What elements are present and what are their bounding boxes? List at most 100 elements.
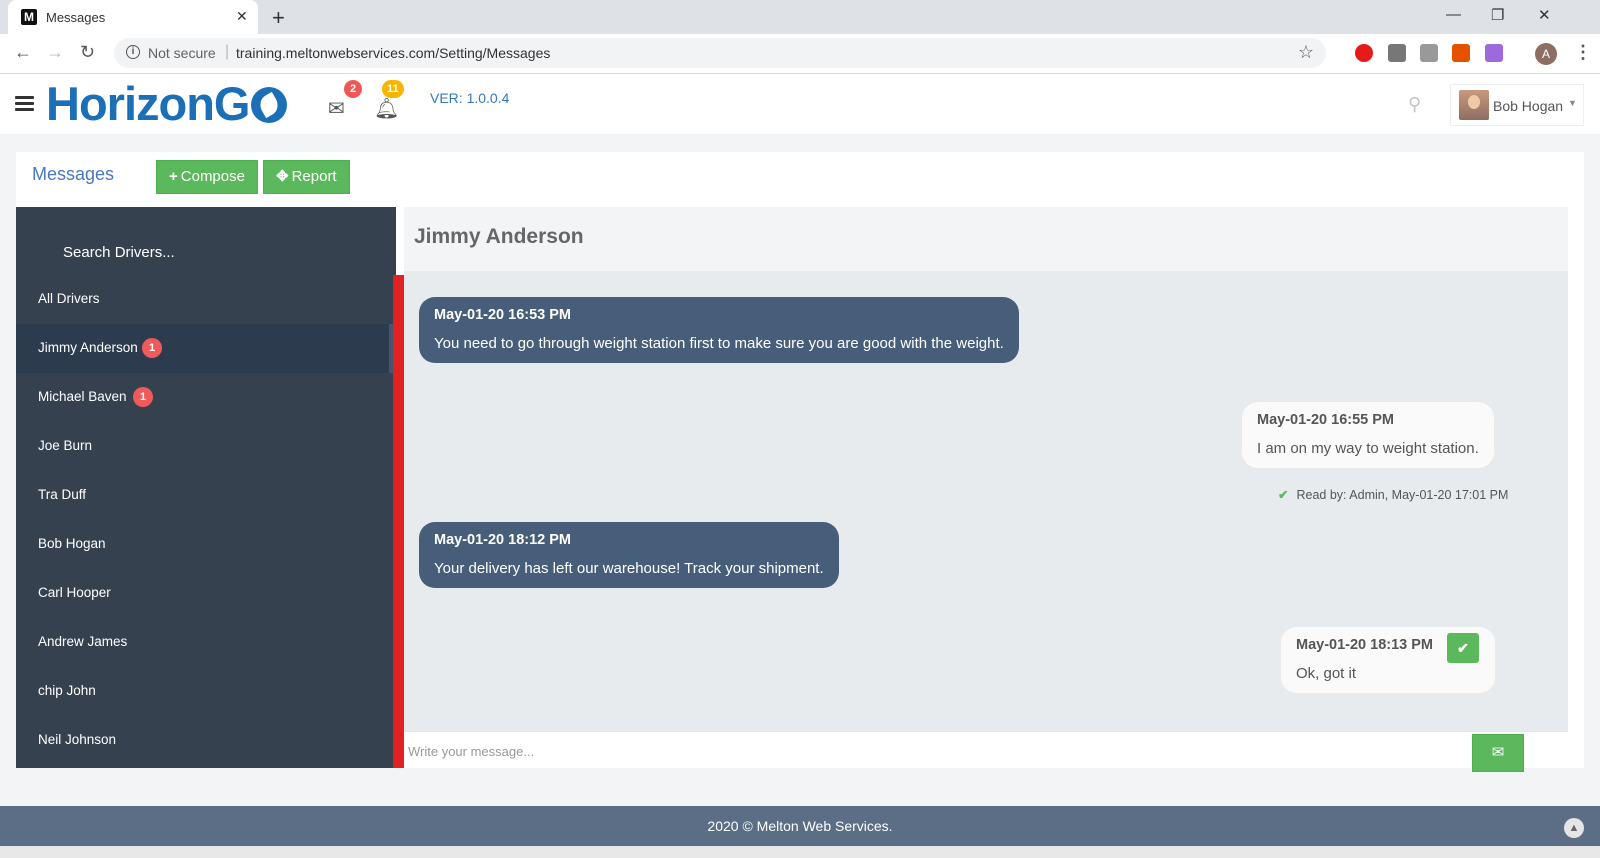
- font-extension-icon[interactable]: [1420, 44, 1438, 62]
- outgoing-message: May-01-20 18:13 PM Ok, got it ✔: [1281, 627, 1495, 693]
- move-icon: ✥: [276, 168, 289, 185]
- driver-name: Andrew James: [38, 634, 128, 649]
- browser-menu-icon[interactable]: ⋮: [1574, 42, 1592, 63]
- back-icon[interactable]: ←: [14, 42, 32, 63]
- mark-read-button[interactable]: ✔: [1447, 633, 1479, 663]
- user-menu[interactable]: Bob Hogan ▼: [1450, 84, 1584, 126]
- footer: 2020 © Melton Web Services. ▲: [0, 806, 1600, 846]
- pen-extension-icon[interactable]: [1485, 44, 1503, 62]
- plus-icon: +: [169, 168, 178, 185]
- driver-item[interactable]: All Drivers: [16, 275, 393, 324]
- driver-name: Neil Johnson: [38, 732, 117, 747]
- message-time: May-01-20 16:53 PM: [434, 307, 572, 323]
- incoming-message: May-01-20 16:53 PM You need to go throug…: [419, 297, 1019, 363]
- driver-item[interactable]: Neil Johnson: [16, 716, 393, 765]
- compose-button[interactable]: + Compose: [156, 160, 258, 194]
- message-input[interactable]: [408, 736, 1448, 766]
- chat-messages: May-01-20 16:53 PM You need to go throug…: [404, 271, 1568, 731]
- driver-search[interactable]: Search Drivers...: [16, 207, 396, 275]
- page-bottom: [0, 846, 1600, 858]
- logo[interactable]: HorizonG: [46, 76, 288, 131]
- chevron-down-icon: ▼: [1568, 98, 1577, 108]
- incoming-message: May-01-20 18:12 PM Your delivery has lef…: [419, 522, 839, 588]
- read-receipt-text: Read by: Admin, May-01-20 17:01 PM: [1296, 488, 1509, 502]
- new-tab-icon[interactable]: +: [272, 5, 285, 31]
- driver-name: Tra Duff: [38, 487, 87, 502]
- driver-name: Jimmy Anderson: [38, 340, 138, 355]
- outgoing-message: May-01-20 16:55 PM I am on my way to wei…: [1242, 402, 1494, 468]
- minimize-icon[interactable]: —: [1446, 6, 1461, 23]
- hamburger-menu-icon[interactable]: [15, 96, 34, 112]
- opera-extension-icon[interactable]: [1355, 44, 1373, 62]
- send-button[interactable]: ✉: [1472, 734, 1524, 772]
- driver-name: Joe Burn: [38, 438, 93, 453]
- driver-item[interactable]: Bob Hogan: [16, 520, 393, 569]
- bookmark-star-icon[interactable]: ☆: [1298, 42, 1314, 63]
- logo-swoosh-icon: [251, 87, 288, 123]
- info-icon[interactable]: i: [126, 45, 140, 59]
- version-label: VER: 1.0.0.4: [430, 90, 510, 106]
- compose-label: Compose: [180, 168, 245, 185]
- report-button[interactable]: ✥ Report: [263, 160, 350, 194]
- security-label: Not secure: [148, 45, 216, 61]
- driver-item[interactable]: Carl Hooper: [16, 569, 393, 618]
- envelope-icon: ✉: [1491, 744, 1505, 761]
- search-icon[interactable]: ⚲: [1408, 94, 1421, 115]
- close-icon[interactable]: ✕: [236, 8, 248, 25]
- forward-icon[interactable]: →: [46, 42, 64, 63]
- driver-name: Carl Hooper: [38, 585, 111, 600]
- user-name: Bob Hogan: [1493, 98, 1564, 114]
- driver-name: Michael Baven: [38, 389, 127, 404]
- driver-item[interactable]: Tra Duff: [16, 471, 393, 520]
- check-icon: ✔: [1278, 488, 1289, 502]
- drivers-panel: Search Drivers... All Drivers Jimmy Ande…: [16, 207, 406, 768]
- page-title: Messages: [32, 164, 115, 184]
- message-text: I am on my way to weight station.: [1257, 440, 1479, 457]
- driver-item[interactable]: Michael Baven 1: [16, 373, 393, 422]
- url-text[interactable]: training.meltonwebservices.com/Setting/M…: [236, 45, 550, 61]
- chat-scrollbar[interactable]: [1568, 207, 1584, 768]
- driver-name: All Drivers: [38, 291, 100, 306]
- mail-icon[interactable]: ✉: [328, 96, 345, 121]
- driver-search-input[interactable]: Search Drivers...: [63, 244, 175, 261]
- avatar: [1459, 90, 1489, 120]
- message-text: You need to go through weight station fi…: [434, 335, 1004, 352]
- message-time: May-01-20 16:55 PM: [1257, 412, 1395, 428]
- read-receipt: ✔ Read by: Admin, May-01-20 17:01 PM: [1278, 487, 1508, 502]
- url-separator: |: [225, 43, 230, 60]
- reload-icon[interactable]: ↻: [80, 42, 95, 63]
- bell-icon[interactable]: 🔔︎: [374, 96, 399, 121]
- browser-toolbar: ← → ↻ i Not secure | training.meltonwebs…: [0, 34, 1600, 74]
- chat-header: Jimmy Anderson: [404, 207, 1568, 271]
- unread-badge: 1: [142, 338, 162, 358]
- driver-item[interactable]: Joe Burn: [16, 422, 393, 471]
- chat-panel: Jimmy Anderson May-01-20 16:53 PM You ne…: [404, 207, 1568, 772]
- window-close-icon[interactable]: ✕: [1538, 6, 1551, 24]
- message-text: Your delivery has left our warehouse! Tr…: [434, 560, 824, 577]
- driver-item[interactable]: Andrew James: [16, 618, 393, 667]
- chat-contact-name: Jimmy Anderson: [414, 225, 584, 248]
- mail-count-badge: 2: [344, 80, 362, 98]
- driver-list: All Drivers Jimmy Anderson 1 Michael Bav…: [16, 275, 393, 765]
- driver-name: chip John: [38, 683, 96, 698]
- scroll-top-icon[interactable]: ▲: [1564, 818, 1584, 838]
- driver-item[interactable]: Jimmy Anderson 1: [16, 324, 393, 373]
- footer-text: 2020 © Melton Web Services.: [707, 818, 893, 834]
- favicon-icon: M: [21, 9, 37, 25]
- message-composer: ✉: [404, 731, 1568, 772]
- driver-name: Bob Hogan: [38, 536, 106, 551]
- color-extension-icon[interactable]: [1452, 44, 1470, 62]
- logo-text: HorizonG: [46, 77, 250, 130]
- message-text: Ok, got it: [1296, 665, 1357, 682]
- browser-tabstrip: M Messages ✕ + — ❐ ✕: [0, 0, 1600, 34]
- address-bar[interactable]: i Not secure | training.meltonwebservice…: [114, 38, 1326, 68]
- tab-title: Messages: [46, 10, 106, 25]
- camera-extension-icon[interactable]: [1388, 44, 1406, 62]
- report-label: Report: [291, 168, 337, 185]
- restore-icon[interactable]: ❐: [1491, 6, 1504, 24]
- profile-avatar[interactable]: A: [1535, 43, 1557, 65]
- browser-tab[interactable]: M Messages ✕: [8, 0, 258, 34]
- message-time: May-01-20 18:12 PM: [434, 532, 572, 548]
- driver-item[interactable]: chip John: [16, 667, 393, 716]
- unread-badge: 1: [133, 387, 153, 407]
